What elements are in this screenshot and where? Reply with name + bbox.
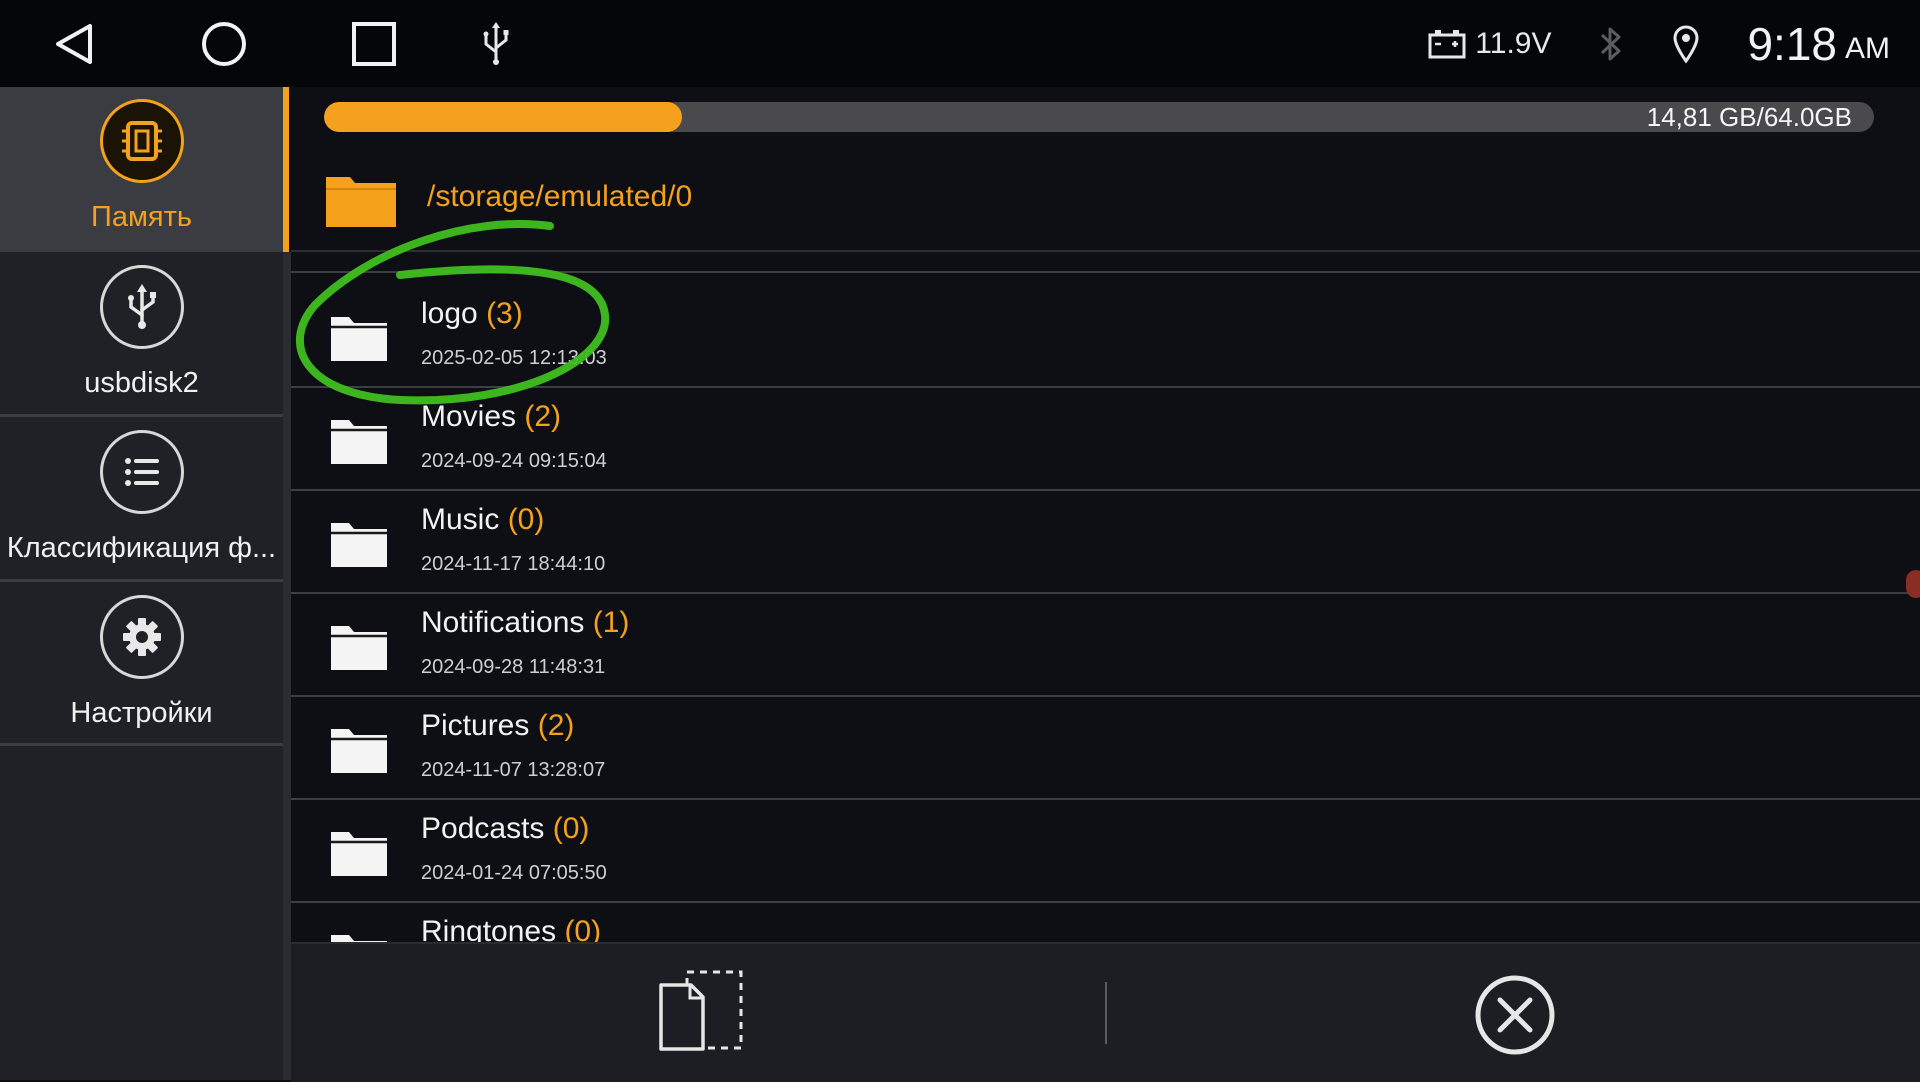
sidebar-active-indicator <box>283 87 289 252</box>
file-name-line: Movies (2) <box>421 400 561 434</box>
file-date: 2024-09-28 11:48:31 <box>421 656 606 678</box>
sidebar-item-label: Память <box>90 201 192 233</box>
file-row[interactable]: 2024-09-28 12:06:51 <box>291 250 1920 273</box>
file-name-line: Ringtones (0) <box>421 915 601 942</box>
folder-icon <box>326 177 396 227</box>
close-circle-icon <box>1475 975 1555 1055</box>
recents-square-icon <box>352 22 396 66</box>
location-pin-icon <box>1673 25 1699 64</box>
file-date: 2025-02-05 12:13:03 <box>421 347 607 369</box>
bluetooth-status <box>1597 24 1625 64</box>
sidebar-item-settings[interactable]: Настройки <box>0 583 283 748</box>
sidebar-divider <box>0 414 283 417</box>
file-name-line: Notifications (1) <box>421 606 629 640</box>
file-name-line: Music (0) <box>421 503 544 537</box>
file-name: Pictures <box>421 709 530 742</box>
sidebar-icon-circle <box>99 430 184 514</box>
sidebar-divider <box>0 579 283 582</box>
sidebar-item-label: usbdisk2 <box>84 367 199 399</box>
folder-icon <box>331 626 387 670</box>
sidebar-icon-circle <box>99 99 184 183</box>
file-date: 2024-09-28 12:06:51 <box>421 250 607 255</box>
storage-usage-bar: 14,81 GB/64.0GB <box>324 102 1874 132</box>
close-button[interactable] <box>1474 974 1556 1061</box>
file-name: Movies <box>421 400 517 433</box>
memory-chip-icon <box>121 121 162 161</box>
sidebar-item-label: Настройки <box>70 697 213 729</box>
location-status <box>1671 24 1701 64</box>
file-row[interactable]: logo (3) 2025-02-05 12:13:03 <box>291 285 1920 388</box>
home-circle-icon <box>202 22 246 66</box>
select-button[interactable] <box>657 969 745 1058</box>
file-name-line: logo (3) <box>421 297 523 331</box>
clock: 9:18 AM <box>1747 17 1890 71</box>
toolbar-divider <box>1105 982 1107 1044</box>
voltage-text: 11.9V <box>1475 26 1552 60</box>
list-icon <box>124 458 159 486</box>
file-count: (3) <box>486 297 523 330</box>
usb-icon <box>483 22 509 65</box>
folder-icon <box>331 523 387 567</box>
usb-status <box>470 18 522 70</box>
select-file-icon <box>659 970 743 1051</box>
folder-icon <box>331 729 387 773</box>
folder-icon <box>331 935 387 942</box>
file-row[interactable]: Ringtones (0) <box>291 903 1920 942</box>
file-list: 2024-09-28 12:06:51 logo (3) 2025-02-05 12… <box>291 250 1920 942</box>
sidebar-edge <box>283 252 291 1080</box>
file-name: logo <box>421 297 478 330</box>
current-path: /storage/emulated/0 <box>427 180 693 213</box>
file-name: Podcasts <box>421 812 545 845</box>
file-row[interactable]: Pictures (2) 2024-11-07 13:28:07 <box>291 697 1920 800</box>
home-button[interactable] <box>198 18 250 70</box>
file-row[interactable]: Movies (2) 2024-09-24 09:15:04 <box>291 388 1920 491</box>
file-count: (2) <box>537 709 575 742</box>
battery-status: 11.9V <box>1427 27 1551 61</box>
file-date: 2024-09-24 09:15:04 <box>421 450 607 472</box>
file-row[interactable]: Podcasts (0) 2024-01-24 07:05:50 <box>291 800 1920 903</box>
sidebar-item-usbdisk[interactable]: usbdisk2 <box>0 253 283 418</box>
clock-time: 9:18 <box>1747 17 1837 70</box>
gear-icon <box>122 618 161 656</box>
file-count: (1) <box>592 606 630 639</box>
sidebar-icon-circle <box>99 265 184 349</box>
file-count: (0) <box>564 915 602 942</box>
file-name-line: Podcasts (0) <box>421 812 589 846</box>
storage-usage-fill <box>324 102 683 132</box>
file-name: Ringtones <box>421 915 557 942</box>
file-date: 2024-11-17 18:44:10 <box>421 553 606 575</box>
file-count: (0) <box>507 503 545 536</box>
clock-ampm: AM <box>1845 31 1890 65</box>
folder-icon <box>331 832 387 876</box>
file-row[interactable]: Music (0) 2024-11-17 18:44:10 <box>291 491 1920 594</box>
status-bar: 11.9V 9:18 AM <box>0 0 1920 87</box>
sidebar: Память usbdisk2 Классификация ф... Настр… <box>0 87 283 1080</box>
file-row[interactable]: Notifications (1) 2024-09-28 11:48:31 <box>291 594 1920 697</box>
file-name: Music <box>421 503 500 536</box>
sidebar-item-classification[interactable]: Классификация ф... <box>0 418 283 583</box>
scroll-edge-indicator <box>1906 570 1920 598</box>
sidebar-item-label: Классификация ф... <box>6 532 277 564</box>
sidebar-icon-circle <box>99 595 184 679</box>
file-date: 2024-11-07 13:28:07 <box>421 759 606 781</box>
file-count: (0) <box>552 812 590 845</box>
back-button[interactable] <box>50 18 102 70</box>
usb-icon <box>127 284 156 329</box>
bottom-toolbar <box>291 942 1920 1082</box>
storage-usage-text: 14,81 GB/64.0GB <box>1646 102 1852 132</box>
back-triangle-icon <box>56 24 92 64</box>
status-indicators: 11.9V 9:18 AM <box>1427 0 1890 87</box>
file-date: 2024-01-24 07:05:50 <box>421 862 607 884</box>
folder-icon <box>331 317 387 361</box>
folder-icon <box>331 420 387 464</box>
bluetooth-icon <box>1601 27 1621 60</box>
file-name: Notifications <box>421 606 585 639</box>
sidebar-item-memory[interactable]: Память <box>0 87 283 252</box>
file-name-line: Pictures (2) <box>421 709 574 743</box>
car-battery-icon <box>1428 29 1466 58</box>
current-path-row[interactable]: /storage/emulated/0 <box>291 147 1920 252</box>
sidebar-divider <box>0 743 283 746</box>
recents-button[interactable] <box>348 18 400 70</box>
file-count: (2) <box>524 400 562 433</box>
